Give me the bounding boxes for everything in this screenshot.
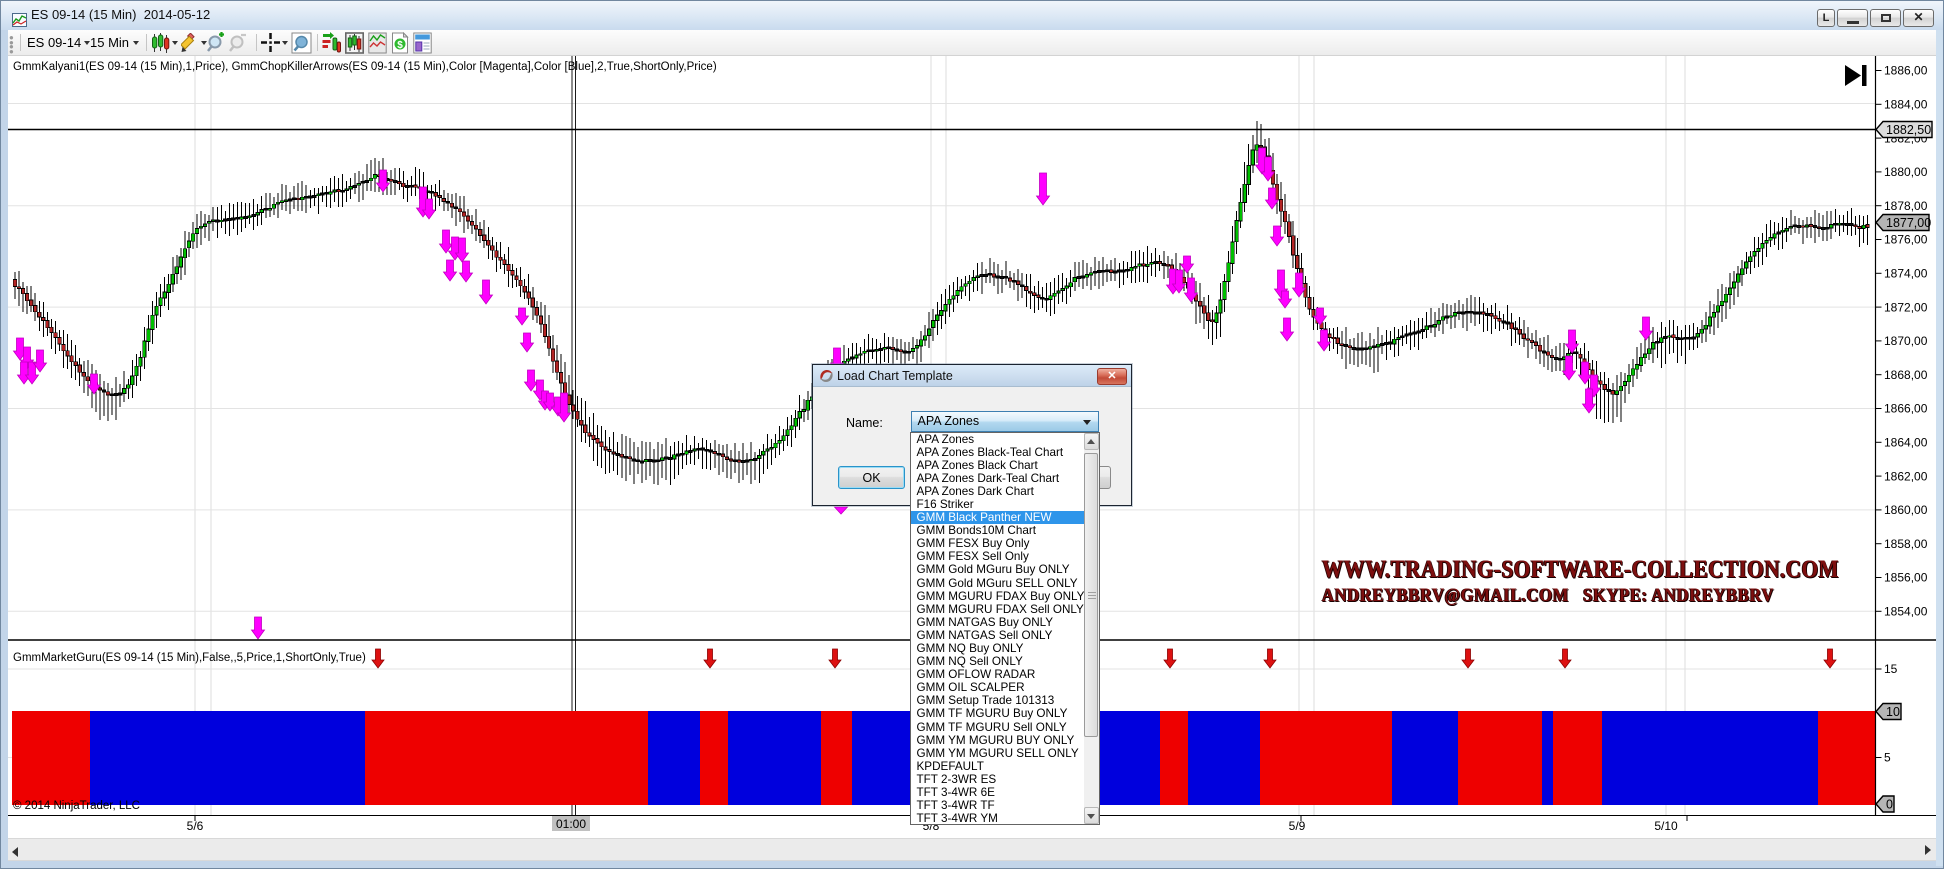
svg-text:1874,00: 1874,00: [1884, 267, 1928, 281]
svg-text:01:00: 01:00: [556, 817, 586, 831]
svg-text:1882,50: 1882,50: [1886, 123, 1931, 137]
svg-text:1858,00: 1858,00: [1884, 537, 1928, 551]
svg-text:1878,00: 1878,00: [1884, 199, 1928, 213]
svg-text:0: 0: [1886, 797, 1893, 811]
svg-text:1860,00: 1860,00: [1884, 503, 1928, 517]
svg-text:5: 5: [1884, 751, 1891, 765]
svg-text:1862,00: 1862,00: [1884, 469, 1928, 483]
svg-text:1868,00: 1868,00: [1884, 368, 1928, 382]
svg-text:1872,00: 1872,00: [1884, 300, 1928, 314]
svg-text:5/9: 5/9: [1289, 819, 1306, 833]
svg-text:1880,00: 1880,00: [1884, 165, 1928, 179]
svg-text:1884,00: 1884,00: [1884, 98, 1928, 112]
svg-text:1877,00: 1877,00: [1886, 216, 1931, 230]
svg-text:15: 15: [1884, 662, 1898, 676]
svg-text:1864,00: 1864,00: [1884, 436, 1928, 450]
svg-text:1870,00: 1870,00: [1884, 334, 1928, 348]
svg-text:5/10: 5/10: [1654, 819, 1678, 833]
svg-text:1876,00: 1876,00: [1884, 233, 1928, 247]
svg-text:$: $: [397, 40, 403, 51]
svg-text:1866,00: 1866,00: [1884, 402, 1928, 416]
svg-text:1886,00: 1886,00: [1884, 64, 1928, 78]
svg-text:10: 10: [1886, 705, 1900, 719]
svg-text:5/6: 5/6: [187, 819, 204, 833]
